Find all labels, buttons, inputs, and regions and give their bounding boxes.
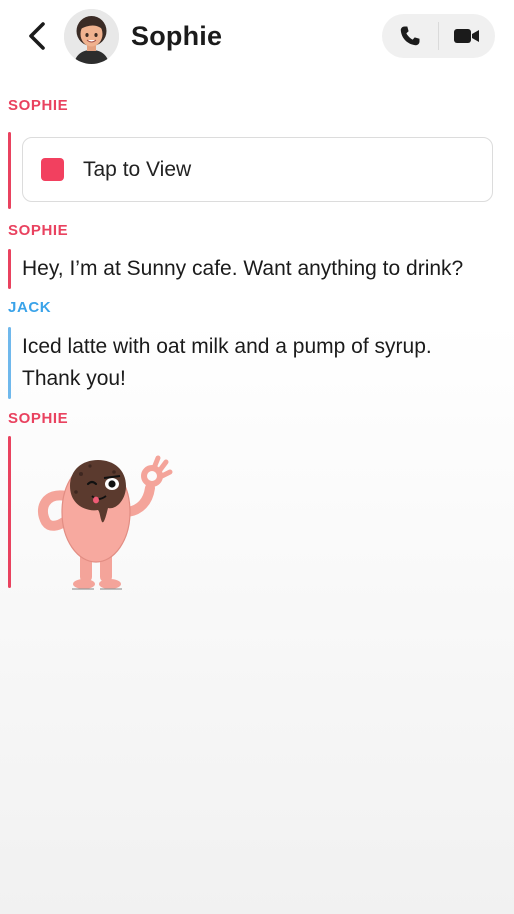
sender-label-sophie: SOPHIE (8, 222, 69, 239)
avatar[interactable] (64, 9, 119, 64)
message-bar-jack (8, 327, 11, 399)
snap-label: Tap to View (83, 157, 192, 181)
message-text[interactable]: Hey, I’m at Sunny cafe. Want anything to… (22, 253, 507, 285)
chat-header: Sophie (0, 0, 514, 72)
message-bar-sophie (8, 132, 11, 209)
donut-mascot-sticker[interactable] (36, 452, 176, 592)
sticker-icon (37, 455, 173, 590)
video-camera-icon (454, 29, 479, 43)
snap-tap-to-view-button[interactable]: Tap to View (22, 137, 493, 202)
video-call-button[interactable] (439, 14, 495, 58)
phone-icon (400, 26, 420, 46)
message-bar-sophie (8, 436, 11, 588)
back-button[interactable] (22, 18, 52, 54)
voice-call-button[interactable] (382, 14, 438, 58)
sender-label-sophie: SOPHIE (8, 410, 69, 427)
sender-label-sophie: SOPHIE (8, 97, 69, 114)
chevron-left-icon (29, 22, 45, 50)
message-bar-sophie (8, 249, 11, 289)
message-text[interactable]: Iced latte with oat milk and a pump of s… (22, 331, 492, 395)
sender-label-jack: JACK (8, 299, 52, 316)
contact-name[interactable]: Sophie (131, 18, 222, 54)
bitmoji-avatar-icon (64, 9, 119, 64)
call-actions (382, 14, 495, 58)
snap-indicator-icon (41, 158, 64, 181)
